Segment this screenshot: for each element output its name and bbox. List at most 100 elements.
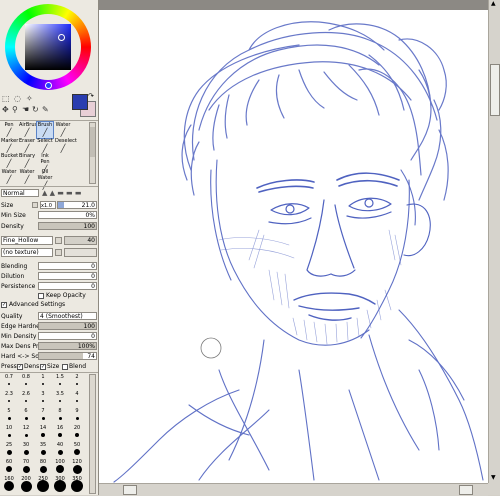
tool-grid-scrollbar[interactable] (89, 122, 96, 184)
brush-size-preset[interactable]: 3.5 (52, 391, 68, 406)
brush-size-preset[interactable]: 200 (18, 476, 34, 492)
brush-tip-shapes[interactable]: ▲ ▲ ▬ ▬ ▬ (42, 189, 96, 197)
brush-size-preset[interactable]: 6 (18, 408, 34, 423)
brush-shape-select[interactable]: Fine_Hollow (1, 236, 53, 245)
brush-size-preset[interactable]: 25 (1, 442, 17, 457)
saturation-value-square[interactable] (25, 24, 71, 70)
horizontal-scrollbar-thumb-right[interactable] (459, 485, 473, 495)
brush-size-preset[interactable]: 30 (18, 442, 34, 457)
tool-water-3[interactable]: Water ╱ (55, 122, 71, 138)
primary-color-swatch[interactable] (72, 94, 88, 110)
tool-bucket-8[interactable]: Bucket ╱ (1, 153, 18, 169)
brush-size-preset[interactable]: 40 (52, 442, 68, 457)
color-picker-cursor[interactable] (58, 34, 65, 41)
density-slider[interactable]: 100 (38, 222, 97, 230)
blending-slider[interactable]: 0 (38, 262, 97, 270)
brush-size-preset[interactable]: 35 (35, 442, 51, 457)
press-dens-checkbox[interactable]: ✓ (17, 364, 23, 370)
brush-size-preset[interactable]: 60 (1, 459, 17, 474)
dilution-slider[interactable]: 0 (38, 272, 97, 280)
color-wheel[interactable] (5, 4, 91, 90)
brush-size-preset[interactable]: 4 (69, 391, 85, 406)
brush-size-preset[interactable]: 2 (69, 374, 85, 389)
brush-size-preset[interactable]: 20 (69, 425, 85, 440)
brush-size-preset[interactable]: 250 (35, 476, 51, 492)
brush-size-preset[interactable]: 1.5 (52, 374, 68, 389)
brush-size-preset[interactable]: 8 (52, 408, 68, 423)
horizontal-scrollbar[interactable] (99, 483, 488, 496)
brush-shape-toggle[interactable] (55, 237, 62, 244)
brush-size-preset[interactable]: 5 (1, 408, 17, 423)
tool-water-12[interactable]: Water ╱ (1, 169, 17, 185)
move-icon[interactable]: ✥ (2, 105, 9, 114)
scroll-down-icon[interactable]: ▼ (491, 474, 496, 481)
brush-size-preset[interactable]: 350 (69, 476, 85, 492)
brush-size-preset[interactable]: 0.7 (1, 374, 17, 389)
zoom-icon[interactable]: ⚲ (12, 105, 18, 114)
tool-brush-2[interactable]: Brush ╱ (36, 121, 54, 139)
quality-select[interactable]: 4 (Smoothest) (38, 312, 97, 320)
vertical-scrollbar[interactable]: ▲ ▼ (488, 0, 500, 483)
brush-size-preset[interactable]: 80 (35, 459, 51, 474)
brush-size-preset[interactable]: 14 (35, 425, 51, 440)
blend-mode-select[interactable]: Normal (1, 189, 39, 197)
brush-size-preset[interactable]: 10 (1, 425, 17, 440)
brush-size-preset[interactable]: 2.6 (18, 391, 34, 406)
tool-airbrush-1[interactable]: AirBrush ╱ (19, 122, 40, 138)
vertical-scrollbar-thumb[interactable] (490, 64, 500, 116)
brush-size-preset[interactable]: 50 (69, 442, 85, 457)
min-size-slider[interactable]: 0% (38, 211, 97, 219)
brush-size-preset[interactable]: 9 (69, 408, 85, 423)
brush-size-preset[interactable]: 120 (69, 459, 85, 474)
hard-soft-slider[interactable]: 74 (38, 352, 97, 360)
size-multiplier-select[interactable]: x1.0 (40, 201, 56, 209)
tool-oil-water-14[interactable]: Oil Water ╱ (37, 169, 53, 190)
canvas-area[interactable] (99, 0, 500, 495)
tool-marker-4[interactable]: Marker ╱ (1, 138, 18, 154)
horizontal-scrollbar-thumb[interactable] (123, 485, 137, 495)
brush-size-preset[interactable]: 300 (52, 476, 68, 492)
texture-toggle[interactable] (55, 249, 62, 256)
size-presets-scrollbar[interactable] (89, 374, 96, 494)
hand-icon[interactable]: ☚ (22, 105, 29, 114)
eyedropper-icon[interactable]: ✎ (42, 105, 49, 114)
edge-hardness-slider[interactable]: 100 (38, 322, 97, 330)
brush-size-preset[interactable]: 100 (52, 459, 68, 474)
tool-deselect-7[interactable]: Deselect ╱ (55, 138, 77, 154)
scroll-up-icon[interactable]: ▲ (491, 0, 496, 7)
persistence-slider[interactable]: 0 (38, 282, 97, 290)
brush-size-preset[interactable]: 12 (18, 425, 34, 440)
brush-size-preset[interactable]: 70 (18, 459, 34, 474)
tool-select-6[interactable]: Select ╱ (37, 138, 53, 154)
brush-size-preset[interactable]: 3 (35, 391, 51, 406)
brush-size-preset[interactable]: 16 (52, 425, 68, 440)
max-dens-prs-slider[interactable]: 100% (38, 342, 97, 350)
brush-size-preset[interactable]: 7 (35, 408, 51, 423)
brush-size-preset[interactable]: 160 (1, 476, 17, 491)
swap-colors-icon[interactable]: ↷ (88, 92, 94, 100)
texture-strength[interactable] (64, 248, 97, 257)
brush-shape-strength[interactable]: 40 (64, 236, 97, 245)
texture-select[interactable]: (no texture) (1, 248, 53, 257)
min-density-slider[interactable]: 0 (38, 332, 97, 340)
brush-size-preset[interactable]: 0.8 (18, 374, 34, 389)
magic-wand-icon[interactable]: ✧ (26, 94, 33, 103)
size-slider[interactable]: 21.0 (57, 201, 97, 209)
press-blend-checkbox[interactable] (62, 364, 68, 370)
brush-size-preset[interactable]: 2.3 (1, 391, 17, 406)
advanced-settings-checkbox[interactable]: ✓ (1, 302, 7, 308)
tool-eraser-5[interactable]: Eraser ╱ (19, 138, 35, 154)
rect-select-icon[interactable]: ⬚ (2, 94, 10, 103)
rotate-icon[interactable]: ↻ (32, 105, 39, 114)
brush-size-preset[interactable]: 1 (35, 374, 51, 389)
tool-water-13[interactable]: Water ╱ (19, 169, 35, 185)
hue-ring-cursor[interactable] (45, 82, 52, 89)
keep-opacity-checkbox[interactable] (38, 293, 44, 299)
tool-ink-pen-10[interactable]: Ink Pen ╱ (37, 153, 53, 174)
tool-pen-0[interactable]: Pen ╱ (1, 122, 17, 138)
press-size-checkbox[interactable]: ✓ (40, 364, 46, 370)
tool-binary-9[interactable]: Binary ╱ (19, 153, 35, 169)
brush-size-label: 80 (39, 459, 47, 465)
lasso-icon[interactable]: ◌ (14, 94, 21, 103)
size-lock-button[interactable] (32, 202, 38, 208)
